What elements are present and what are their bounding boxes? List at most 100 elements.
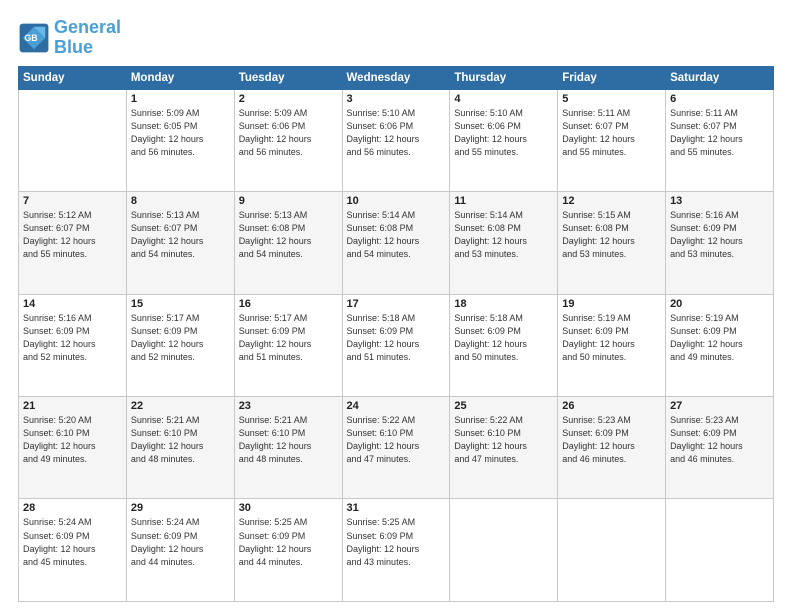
day-number: 28 [23,502,122,514]
calendar-cell: 29Sunrise: 5:24 AMSunset: 6:09 PMDayligh… [126,499,234,602]
logo-icon: GB [18,22,50,54]
calendar-cell: 6 Sunrise: 5:11 AMSunset: 6:07 PMDaylight… [666,89,774,191]
day-info: Sunrise: 5:17 AMSunset: 6:09 PMDaylight:… [131,312,230,364]
calendar-cell: 27 Sunrise: 5:23 AMSunset: 6:09 PMDayligh… [666,397,774,499]
day-number: 30 [239,502,338,514]
day-info: Sunrise: 5:23 AMSunset: 6:09 PMDaylight:… [670,414,769,466]
calendar-cell: 5 Sunrise: 5:11 AMSunset: 6:07 PMDaylight… [558,89,666,191]
page: GB General Blue SundayMondayTuesdayWedne… [0,0,792,612]
logo-line1: General [54,18,121,38]
day-info: Sunrise: 5:16 AMSunset: 6:09 PMDaylight:… [23,312,122,364]
calendar-cell: 30 Sunrise: 5:25 AMSunset: 6:09 PMDayligh… [234,499,342,602]
calendar-cell: 22Sunrise: 5:21 AMSunset: 6:10 PMDayligh… [126,397,234,499]
calendar-cell: 23 Sunrise: 5:21 AMSunset: 6:10 PMDayligh… [234,397,342,499]
calendar-cell [558,499,666,602]
calendar-cell: 10Sunrise: 5:14 AMSunset: 6:08 PMDayligh… [342,192,450,294]
calendar-cell: 26Sunrise: 5:23 AMSunset: 6:09 PMDayligh… [558,397,666,499]
day-info: Sunrise: 5:14 AMSunset: 6:08 PMDaylight:… [347,209,446,261]
logo-text: General Blue [54,18,121,58]
day-number: 23 [239,400,338,412]
day-info: Sunrise: 5:16 AMSunset: 6:09 PMDaylight:… [670,209,769,261]
day-number: 17 [347,298,446,310]
day-info: Sunrise: 5:17 AMSunset: 6:09 PMDaylight:… [239,312,338,364]
header: GB General Blue [18,18,774,58]
week-row-4: 21 Sunrise: 5:20 AMSunset: 6:10 PMDayligh… [19,397,774,499]
day-info: Sunrise: 5:22 AMSunset: 6:10 PMDaylight:… [347,414,446,466]
calendar-cell: 15 Sunrise: 5:17 AMSunset: 6:09 PMDayligh… [126,294,234,396]
calendar-cell: 3 Sunrise: 5:10 AMSunset: 6:06 PMDaylight… [342,89,450,191]
week-row-5: 28 Sunrise: 5:24 AMSunset: 6:09 PMDayligh… [19,499,774,602]
weekday-header-row: SundayMondayTuesdayWednesdayThursdayFrid… [19,66,774,89]
calendar-cell: 14Sunrise: 5:16 AMSunset: 6:09 PMDayligh… [19,294,127,396]
day-number: 5 [562,93,661,105]
day-info: Sunrise: 5:20 AMSunset: 6:10 PMDaylight:… [23,414,122,466]
calendar-cell: 28 Sunrise: 5:24 AMSunset: 6:09 PMDayligh… [19,499,127,602]
day-info: Sunrise: 5:23 AMSunset: 6:09 PMDaylight:… [562,414,661,466]
day-info: Sunrise: 5:21 AMSunset: 6:10 PMDaylight:… [239,414,338,466]
weekday-header-sunday: Sunday [19,66,127,89]
calendar-table: SundayMondayTuesdayWednesdayThursdayFrid… [18,66,774,602]
day-number: 12 [562,195,661,207]
day-info: Sunrise: 5:25 AMSunset: 6:09 PMDaylight:… [239,516,338,568]
day-number: 27 [670,400,769,412]
day-info: Sunrise: 5:10 AMSunset: 6:06 PMDaylight:… [454,107,553,159]
day-number: 19 [562,298,661,310]
logo-line2: Blue [54,38,121,58]
day-info: Sunrise: 5:11 AMSunset: 6:07 PMDaylight:… [562,107,661,159]
day-info: Sunrise: 5:18 AMSunset: 6:09 PMDaylight:… [347,312,446,364]
calendar-cell: 20 Sunrise: 5:19 AMSunset: 6:09 PMDayligh… [666,294,774,396]
calendar-cell: 16Sunrise: 5:17 AMSunset: 6:09 PMDayligh… [234,294,342,396]
day-info: Sunrise: 5:19 AMSunset: 6:09 PMDaylight:… [562,312,661,364]
day-info: Sunrise: 5:24 AMSunset: 6:09 PMDaylight:… [131,516,230,568]
day-number: 15 [131,298,230,310]
calendar-cell: 21 Sunrise: 5:20 AMSunset: 6:10 PMDayligh… [19,397,127,499]
day-info: Sunrise: 5:24 AMSunset: 6:09 PMDaylight:… [23,516,122,568]
day-info: Sunrise: 5:12 AMSunset: 6:07 PMDaylight:… [23,209,122,261]
day-info: Sunrise: 5:09 AMSunset: 6:05 PMDaylight:… [131,107,230,159]
calendar-cell: 4 Sunrise: 5:10 AMSunset: 6:06 PMDaylight… [450,89,558,191]
day-number: 7 [23,195,122,207]
day-info: Sunrise: 5:13 AMSunset: 6:07 PMDaylight:… [131,209,230,261]
day-number: 13 [670,195,769,207]
day-number: 6 [670,93,769,105]
weekday-header-saturday: Saturday [666,66,774,89]
day-number: 25 [454,400,553,412]
weekday-header-thursday: Thursday [450,66,558,89]
weekday-header-wednesday: Wednesday [342,66,450,89]
weekday-header-tuesday: Tuesday [234,66,342,89]
calendar-cell: 25 Sunrise: 5:22 AMSunset: 6:10 PMDayligh… [450,397,558,499]
day-number: 9 [239,195,338,207]
day-info: Sunrise: 5:15 AMSunset: 6:08 PMDaylight:… [562,209,661,261]
day-number: 18 [454,298,553,310]
weekday-header-friday: Friday [558,66,666,89]
day-info: Sunrise: 5:14 AMSunset: 6:08 PMDaylight:… [454,209,553,261]
calendar-cell: 24Sunrise: 5:22 AMSunset: 6:10 PMDayligh… [342,397,450,499]
calendar-cell: 7 Sunrise: 5:12 AMSunset: 6:07 PMDaylight… [19,192,127,294]
day-info: Sunrise: 5:18 AMSunset: 6:09 PMDaylight:… [454,312,553,364]
logo: GB General Blue [18,18,121,58]
day-number: 11 [454,195,553,207]
day-info: Sunrise: 5:09 AMSunset: 6:06 PMDaylight:… [239,107,338,159]
day-number: 22 [131,400,230,412]
day-number: 8 [131,195,230,207]
calendar-cell: 19 Sunrise: 5:19 AMSunset: 6:09 PMDayligh… [558,294,666,396]
day-number: 4 [454,93,553,105]
day-info: Sunrise: 5:19 AMSunset: 6:09 PMDaylight:… [670,312,769,364]
day-number: 21 [23,400,122,412]
day-number: 1 [131,93,230,105]
calendar-cell [666,499,774,602]
calendar-cell [19,89,127,191]
day-info: Sunrise: 5:13 AMSunset: 6:08 PMDaylight:… [239,209,338,261]
week-row-1: 1 Sunrise: 5:09 AMSunset: 6:05 PMDaylight… [19,89,774,191]
day-number: 20 [670,298,769,310]
day-info: Sunrise: 5:22 AMSunset: 6:10 PMDaylight:… [454,414,553,466]
calendar-cell: 2Sunrise: 5:09 AMSunset: 6:06 PMDaylight… [234,89,342,191]
svg-text:GB: GB [24,33,37,43]
weekday-header-monday: Monday [126,66,234,89]
day-info: Sunrise: 5:11 AMSunset: 6:07 PMDaylight:… [670,107,769,159]
day-info: Sunrise: 5:10 AMSunset: 6:06 PMDaylight:… [347,107,446,159]
day-number: 3 [347,93,446,105]
calendar-cell: 9 Sunrise: 5:13 AMSunset: 6:08 PMDaylight… [234,192,342,294]
calendar-cell: 1 Sunrise: 5:09 AMSunset: 6:05 PMDaylight… [126,89,234,191]
day-info: Sunrise: 5:25 AMSunset: 6:09 PMDaylight:… [347,516,446,568]
